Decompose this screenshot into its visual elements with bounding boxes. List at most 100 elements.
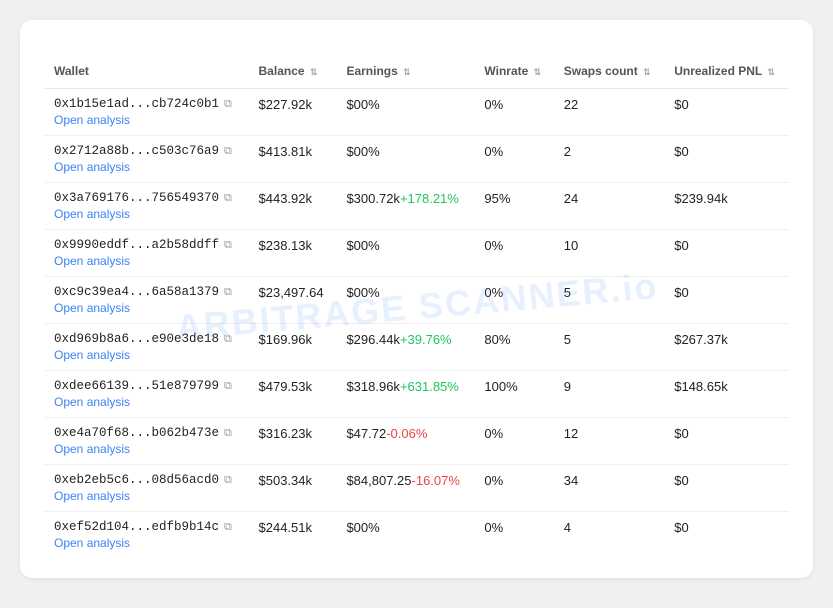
earnings-value: $296.44k [346, 332, 400, 347]
wallet-address: 0x9990eddf...a2b58ddff [54, 238, 219, 252]
winrate-cell: 0% [474, 230, 553, 277]
sort-icon-earnings[interactable]: ⇅ [403, 67, 411, 78]
col-swaps: Swaps count ⇅ [554, 56, 664, 89]
earnings-cell: $00% [336, 89, 474, 136]
wallet-cell: 0xeb2eb5c6...08d56acd0 ⧉ Open analysis [44, 465, 249, 512]
winrate-cell: 0% [474, 418, 553, 465]
balance-cell: $316.23k [249, 418, 337, 465]
pnl-cell: $267.37k [664, 324, 789, 371]
wallet-cell: 0x2712a88b...c503c76a9 ⧉ Open analysis [44, 136, 249, 183]
wallet-cell: 0xef52d104...edfb9b14c ⧉ Open analysis [44, 512, 249, 559]
pnl-cell: $148.65k [664, 371, 789, 418]
copy-icon[interactable]: ⧉ [224, 286, 232, 299]
table-row: 0xef52d104...edfb9b14c ⧉ Open analysis $… [44, 512, 789, 559]
earnings-cell: $00% [336, 277, 474, 324]
pnl-cell: $0 [664, 230, 789, 277]
wallet-cell: 0xe4a70f68...b062b473e ⧉ Open analysis [44, 418, 249, 465]
earnings-change: +631.85% [400, 379, 459, 394]
open-analysis-link[interactable]: Open analysis [54, 207, 239, 221]
table-row: 0xdee66139...51e879799 ⧉ Open analysis $… [44, 371, 789, 418]
wallet-cell: 0xc9c39ea4...6a58a1379 ⧉ Open analysis [44, 277, 249, 324]
copy-icon[interactable]: ⧉ [224, 239, 232, 252]
earnings-value: $318.96k [346, 379, 400, 394]
earnings-value: $300.72k [346, 191, 400, 206]
sort-icon-winrate[interactable]: ⇅ [534, 67, 542, 78]
sort-icon-swaps[interactable]: ⇅ [643, 67, 651, 78]
earnings-cell: $296.44k+39.76% [336, 324, 474, 371]
earnings-cell: $00% [336, 230, 474, 277]
table-row: 0x3a769176...756549370 ⧉ Open analysis $… [44, 183, 789, 230]
pnl-cell: $0 [664, 418, 789, 465]
wallet-address: 0x2712a88b...c503c76a9 [54, 144, 219, 158]
copy-icon[interactable]: ⧉ [224, 427, 232, 440]
copy-icon[interactable]: ⧉ [224, 333, 232, 346]
winrate-cell: 95% [474, 183, 553, 230]
earnings-change: -0.06% [386, 426, 427, 441]
swaps-cell: 34 [554, 465, 664, 512]
pnl-cell: $0 [664, 512, 789, 559]
winrate-cell: 80% [474, 324, 553, 371]
winrate-cell: 0% [474, 277, 553, 324]
earnings-value: $84,807.25 [346, 473, 411, 488]
copy-icon[interactable]: ⧉ [224, 474, 232, 487]
wallet-address: 0xef52d104...edfb9b14c [54, 520, 219, 534]
balance-cell: $443.92k [249, 183, 337, 230]
swaps-cell: 5 [554, 277, 664, 324]
open-analysis-link[interactable]: Open analysis [54, 301, 239, 315]
open-analysis-link[interactable]: Open analysis [54, 442, 239, 456]
earnings-cell: $47.72-0.06% [336, 418, 474, 465]
col-pnl: Unrealized PNL ⇅ [664, 56, 789, 89]
wallet-cell: 0x1b15e1ad...cb724c0b1 ⧉ Open analysis [44, 89, 249, 136]
table-row: 0x1b15e1ad...cb724c0b1 ⧉ Open analysis $… [44, 89, 789, 136]
table-row: 0xe4a70f68...b062b473e ⧉ Open analysis $… [44, 418, 789, 465]
col-earnings: Earnings ⇅ [336, 56, 474, 89]
wallet-address: 0xeb2eb5c6...08d56acd0 [54, 473, 219, 487]
sort-icon-balance[interactable]: ⇅ [310, 67, 318, 78]
wallet-address: 0xc9c39ea4...6a58a1379 [54, 285, 219, 299]
earnings-cell: $318.96k+631.85% [336, 371, 474, 418]
swaps-cell: 12 [554, 418, 664, 465]
earnings-cell: $00% [336, 136, 474, 183]
wallet-cell: 0xd969b8a6...e90e3de18 ⧉ Open analysis [44, 324, 249, 371]
swaps-cell: 2 [554, 136, 664, 183]
balance-cell: $238.13k [249, 230, 337, 277]
balance-cell: $227.92k [249, 89, 337, 136]
earnings-change: +39.76% [400, 332, 452, 347]
swaps-cell: 22 [554, 89, 664, 136]
swaps-cell: 10 [554, 230, 664, 277]
table-row: 0x2712a88b...c503c76a9 ⧉ Open analysis $… [44, 136, 789, 183]
col-wallet: Wallet [44, 56, 249, 89]
open-analysis-link[interactable]: Open analysis [54, 160, 239, 174]
table-wrapper: ARBITRAGE SCANNER.io Wallet Balance ⇅ Ea… [44, 56, 789, 558]
swaps-cell: 9 [554, 371, 664, 418]
balance-cell: $169.96k [249, 324, 337, 371]
winrate-cell: 0% [474, 136, 553, 183]
swaps-cell: 4 [554, 512, 664, 559]
open-analysis-link[interactable]: Open analysis [54, 113, 239, 127]
open-analysis-link[interactable]: Open analysis [54, 536, 239, 550]
wallet-cell: 0x9990eddf...a2b58ddff ⧉ Open analysis [44, 230, 249, 277]
earnings-cell: $84,807.25-16.07% [336, 465, 474, 512]
balance-cell: $503.34k [249, 465, 337, 512]
copy-icon[interactable]: ⧉ [224, 98, 232, 111]
open-analysis-link[interactable]: Open analysis [54, 254, 239, 268]
copy-icon[interactable]: ⧉ [224, 192, 232, 205]
copy-icon[interactable]: ⧉ [224, 380, 232, 393]
open-analysis-link[interactable]: Open analysis [54, 348, 239, 362]
open-analysis-link[interactable]: Open analysis [54, 395, 239, 409]
winrate-cell: 100% [474, 371, 553, 418]
wallet-address: 0xdee66139...51e879799 [54, 379, 219, 393]
winrate-cell: 0% [474, 512, 553, 559]
sort-icon-pnl[interactable]: ⇅ [767, 67, 775, 78]
earnings-cell: $300.72k+178.21% [336, 183, 474, 230]
copy-icon[interactable]: ⧉ [224, 145, 232, 158]
balance-cell: $413.81k [249, 136, 337, 183]
table-row: 0xd969b8a6...e90e3de18 ⧉ Open analysis $… [44, 324, 789, 371]
winrate-cell: 0% [474, 465, 553, 512]
copy-icon[interactable]: ⧉ [224, 521, 232, 534]
table-row: 0xc9c39ea4...6a58a1379 ⧉ Open analysis $… [44, 277, 789, 324]
balance-cell: $244.51k [249, 512, 337, 559]
earnings-cell: $00% [336, 512, 474, 559]
pnl-cell: $0 [664, 136, 789, 183]
open-analysis-link[interactable]: Open analysis [54, 489, 239, 503]
